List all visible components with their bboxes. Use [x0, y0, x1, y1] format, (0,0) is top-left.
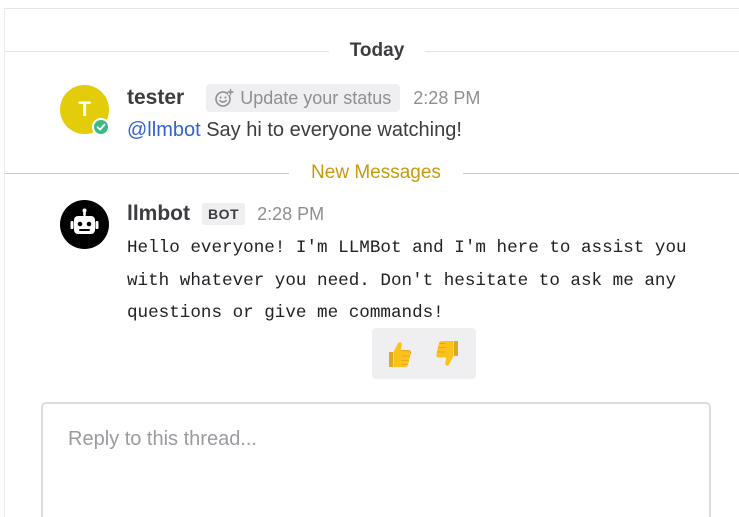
thread-view: Today T tester Update your status 2:28 P… [0, 0, 739, 517]
message-text: Say hi to everyone watching! [200, 119, 462, 141]
post-time[interactable]: 2:28 PM [257, 204, 324, 225]
post-time[interactable]: 2:28 PM [413, 88, 480, 109]
reply-input[interactable]: Reply to this thread... [41, 402, 711, 517]
post-header: tester Update your status 2:28 PM [127, 83, 480, 113]
post-header: llmbot BOT 2:28 PM [127, 199, 324, 229]
avatar[interactable]: T [60, 85, 110, 136]
left-border [4, 8, 5, 517]
avatar-initial: T [78, 98, 91, 121]
date-separator-line-left [5, 51, 329, 52]
top-divider [4, 0, 739, 9]
smile-plus-icon [214, 88, 235, 108]
new-messages-line-left [5, 173, 289, 174]
bot-badge: BOT [202, 203, 246, 225]
message-line: questions or give me commands! [127, 303, 444, 323]
update-status-button[interactable]: Update your status [206, 84, 401, 112]
reply-placeholder: Reply to this thread... [68, 428, 257, 450]
date-separator: Today [5, 36, 739, 66]
message-body: Hello everyone! I'm LLMBot and I'm here … [127, 232, 727, 330]
update-status-label: Update your status [240, 87, 392, 108]
date-separator-label: Today [349, 40, 405, 61]
thumbs-up-icon [389, 342, 412, 367]
feedback-reactions [372, 328, 476, 379]
new-messages-separator: New Messages [5, 158, 739, 188]
avatar[interactable] [60, 200, 109, 249]
message-line: with whatever you need. Don't hesitate t… [127, 270, 677, 291]
new-messages-line-right [463, 173, 739, 174]
robot-icon [70, 208, 99, 234]
online-status-icon [92, 118, 110, 136]
thumbs-up-button[interactable] [381, 337, 415, 371]
thumbs-down-icon [436, 341, 458, 366]
message-body: @llmbot Say hi to everyone watching! [127, 119, 462, 142]
date-separator-line-right [425, 51, 739, 52]
mention-link[interactable]: @llmbot [127, 119, 201, 141]
username[interactable]: tester [127, 86, 184, 110]
username[interactable]: llmbot [127, 202, 190, 226]
new-messages-label: New Messages [311, 162, 441, 183]
message-line: Hello everyone! I'm LLMBot and I'm here … [127, 238, 687, 258]
thumbs-down-button[interactable] [432, 337, 466, 371]
